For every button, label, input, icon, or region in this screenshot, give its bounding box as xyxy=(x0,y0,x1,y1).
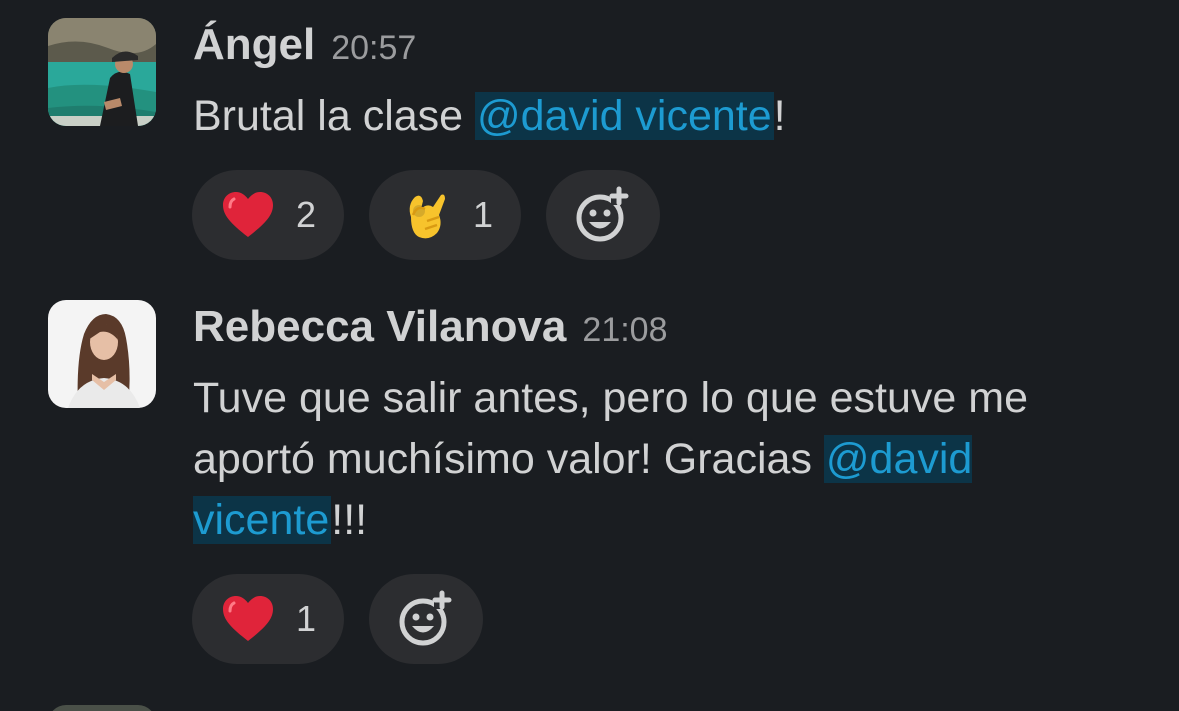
reaction-heart[interactable]: 1 xyxy=(192,574,344,664)
author-name[interactable]: Rebecca Vilanova xyxy=(193,302,566,352)
red-heart-icon xyxy=(222,192,273,237)
message-text-after: ! xyxy=(773,92,786,140)
ok-hand-icon xyxy=(409,194,445,239)
avatar[interactable] xyxy=(48,300,156,408)
user-mention[interactable]: @david vicente xyxy=(475,92,774,140)
message-timestamp[interactable]: 20:57 xyxy=(331,29,416,68)
reaction-count: 1 xyxy=(472,194,494,235)
message-feed: Ángel 20:57 Brutal la clase @david vicen… xyxy=(0,0,1179,711)
message-text-before: Brutal la clase xyxy=(193,92,476,140)
add-reaction-button[interactable] xyxy=(369,574,483,664)
message-text: Brutal la clase @david vicente! xyxy=(193,86,1093,147)
reactions-bar: 2 1 xyxy=(192,170,660,260)
reactions-bar: 1 xyxy=(192,574,483,664)
reaction-count: 1 xyxy=(295,598,317,639)
author-name[interactable]: Ángel xyxy=(193,20,315,70)
add-reaction-icon xyxy=(576,186,629,242)
reaction-count: 2 xyxy=(295,194,317,235)
user-photo-woman-icon xyxy=(48,300,156,408)
message-header: Ángel 20:57 xyxy=(193,20,416,80)
message-text: Tuve que salir antes, pero lo que estuve… xyxy=(193,368,1093,551)
reaction-heart[interactable]: 2 xyxy=(192,170,344,260)
reaction-ok-hand[interactable]: 1 xyxy=(369,170,521,260)
add-reaction-icon xyxy=(399,590,452,646)
red-heart-icon xyxy=(222,596,273,641)
message-header: Rebecca Vilanova 21:08 xyxy=(193,302,668,362)
avatar[interactable] xyxy=(48,18,156,126)
user-photo-man-icon xyxy=(48,18,156,126)
add-reaction-button[interactable] xyxy=(546,170,660,260)
next-message-avatar[interactable] xyxy=(48,705,156,711)
message-timestamp[interactable]: 21:08 xyxy=(582,311,667,350)
message-text-after: !!! xyxy=(331,496,368,544)
